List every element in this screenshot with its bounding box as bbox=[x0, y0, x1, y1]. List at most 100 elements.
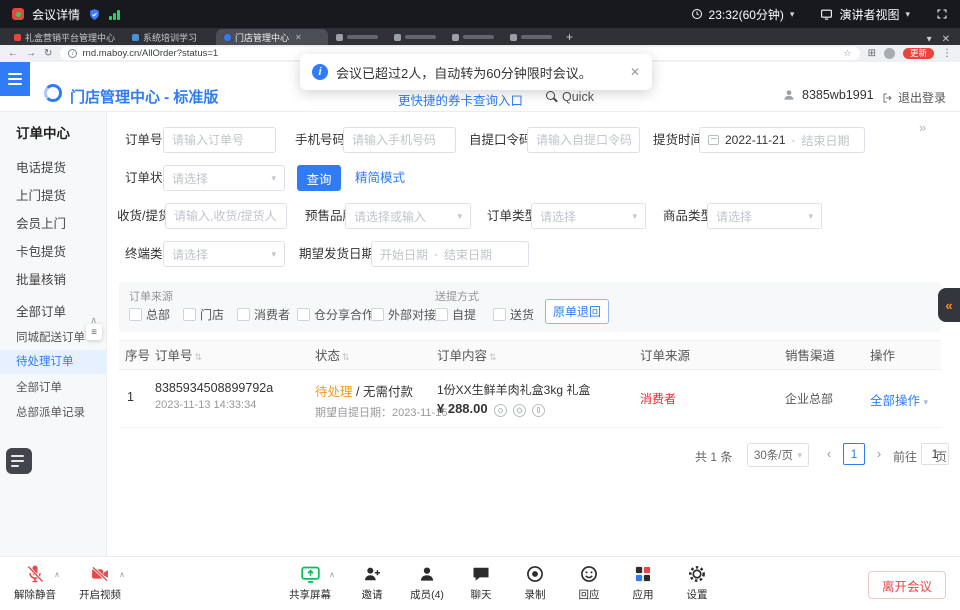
mic-options-caret[interactable]: ∧ bbox=[54, 570, 60, 579]
sidebar-item-member-visit[interactable]: 会员上门 bbox=[0, 212, 107, 236]
search-button[interactable]: 查询 bbox=[297, 165, 341, 191]
browser-menu-icon[interactable]: ⋮ bbox=[942, 49, 952, 59]
order-no-input[interactable] bbox=[163, 127, 276, 153]
meeting-topbar: 会议详情 23:32(60分钟) ▾ 演讲者视图 ▾ bbox=[0, 0, 960, 28]
goods-type-select[interactable]: 请选择 ▾ bbox=[707, 203, 822, 229]
meeting-timer[interactable]: 23:32(60分钟) bbox=[709, 6, 784, 23]
toast-close-icon[interactable]: ✕ bbox=[630, 65, 640, 79]
all-actions-dropdown[interactable]: 全部操作 ▾ bbox=[870, 390, 928, 409]
tab3-close-icon[interactable]: ✕ bbox=[295, 33, 302, 42]
th-content[interactable]: 订单内容⇅ bbox=[437, 341, 497, 371]
forward-button[interactable]: → bbox=[26, 49, 36, 59]
window-close-icon[interactable]: ✕ bbox=[942, 34, 950, 45]
apps-button[interactable]: 应用 bbox=[615, 563, 671, 602]
sidebar-item-pending-orders[interactable]: 待处理订单 bbox=[0, 350, 107, 374]
checkbox-delivery[interactable]: 送货 bbox=[493, 306, 534, 323]
th-status[interactable]: 状态⇅ bbox=[315, 341, 350, 371]
pickup-code-input[interactable] bbox=[527, 127, 640, 153]
leave-meeting-button[interactable]: 离开会议 bbox=[868, 571, 946, 599]
share-options-caret[interactable]: ∧ bbox=[329, 570, 335, 579]
view-mode-label[interactable]: 演讲者视图 bbox=[839, 6, 899, 23]
coupon-query-link[interactable]: 更快捷的券卡查询入口 bbox=[398, 90, 523, 109]
checkbox-hq[interactable]: 总部 bbox=[129, 306, 170, 323]
current-page[interactable]: 1 bbox=[843, 443, 865, 465]
sidebar-item-phone-pickup[interactable]: 电话提货 bbox=[0, 156, 107, 180]
members-button[interactable]: 成员(4) bbox=[399, 563, 455, 602]
timer-icon bbox=[691, 8, 703, 20]
range-separator: - bbox=[434, 247, 438, 261]
share-screen-button[interactable]: ∧ 共享屏幕 bbox=[282, 563, 338, 602]
profile-avatar[interactable] bbox=[884, 48, 895, 59]
original-order-return-button[interactable]: 原单退回 bbox=[545, 299, 609, 324]
browser-tab-7[interactable] bbox=[502, 29, 560, 45]
fullscreen-icon[interactable] bbox=[936, 8, 948, 20]
panel-expand-handle[interactable]: « bbox=[938, 288, 960, 322]
prev-page-button[interactable]: ‹ bbox=[819, 443, 839, 465]
select-caret-icon: ▾ bbox=[271, 249, 276, 260]
sidebar-section-all-orders[interactable]: 全部订单 ∧ bbox=[0, 300, 107, 324]
unmute-button[interactable]: ∧ 解除静音 bbox=[7, 563, 63, 602]
sidebar-item-all-orders[interactable]: 全部订单 bbox=[0, 376, 107, 400]
brand-select[interactable]: 请选择或输入 ▾ bbox=[345, 203, 471, 229]
pickup-time-range[interactable]: 2022-11-21 - 结束日期 bbox=[699, 127, 865, 153]
checkbox-store[interactable]: 门店 bbox=[183, 306, 224, 323]
browser-tab-5[interactable] bbox=[386, 29, 444, 45]
receiver-input[interactable] bbox=[165, 203, 287, 229]
reload-button[interactable]: ↻ bbox=[44, 49, 52, 59]
sidebar-item-batch-verify[interactable]: 批量核销 bbox=[0, 268, 107, 292]
expect-date-range[interactable]: 开始日期 - 结束日期 bbox=[371, 241, 529, 267]
order-type-select[interactable]: 请选择 ▾ bbox=[531, 203, 646, 229]
back-button[interactable]: ← bbox=[8, 49, 18, 59]
phone-input[interactable] bbox=[343, 127, 456, 153]
meeting-details-button[interactable]: 会议详情 bbox=[32, 6, 80, 23]
page-size-select[interactable]: 30条/页 ▾ bbox=[747, 443, 809, 467]
sidebar-item-card-pickup[interactable]: 卡包提货 bbox=[0, 240, 107, 264]
tabstrip-caret-icon[interactable]: ▾ bbox=[927, 34, 932, 45]
start-video-button[interactable]: ∧ 开启视频 bbox=[72, 563, 128, 602]
sidebar-item-visit-pickup[interactable]: 上门提货 bbox=[0, 184, 107, 208]
order-status-select[interactable]: 请选择 ▾ bbox=[163, 165, 285, 191]
next-page-button[interactable]: › bbox=[869, 443, 889, 465]
phone-icon[interactable] bbox=[532, 404, 545, 417]
logout-button[interactable]: 退出登录 bbox=[882, 89, 946, 106]
browser-update-button[interactable]: 更新 bbox=[903, 48, 934, 60]
browser-tab-1[interactable]: 礼盒营销平台管理中心 bbox=[6, 29, 124, 45]
simple-mode-link[interactable]: 精简模式 bbox=[355, 165, 405, 191]
tag-icon[interactable] bbox=[513, 404, 526, 417]
browser-tab-2[interactable]: 系统培训学习 bbox=[124, 29, 216, 45]
user-account[interactable]: 8385wb1991 bbox=[782, 88, 874, 102]
app-logo-icon bbox=[44, 84, 62, 102]
record-button[interactable]: 录制 bbox=[507, 563, 563, 602]
checkbox-consumer[interactable]: 消费者 bbox=[237, 306, 290, 323]
floating-list-widget[interactable] bbox=[6, 448, 32, 474]
terminal-type-select[interactable]: 请选择 ▾ bbox=[163, 241, 285, 267]
app-menu-button[interactable] bbox=[0, 62, 30, 96]
site-info-icon[interactable]: i bbox=[68, 49, 77, 58]
quick-search-link[interactable]: Quick bbox=[562, 90, 594, 104]
invite-button[interactable]: 邀请 bbox=[344, 563, 400, 602]
reactions-button[interactable]: 回应 bbox=[561, 563, 617, 602]
th-order-no[interactable]: 订单号⇅ bbox=[155, 341, 202, 371]
checkbox-external[interactable]: 外部对接 bbox=[371, 306, 436, 323]
settings-button[interactable]: 设置 bbox=[669, 563, 725, 602]
browser-tab-6[interactable] bbox=[444, 29, 502, 45]
browser-tab-4[interactable] bbox=[328, 29, 386, 45]
bookmark-star-icon[interactable]: ☆ bbox=[844, 48, 852, 59]
extensions-icon[interactable]: ⊞ bbox=[868, 49, 876, 59]
order-type-placeholder: 请选择 bbox=[540, 208, 576, 225]
mic-off-icon bbox=[25, 564, 45, 584]
cell-status: 待处理 / 无需付款 期望自提日期：2023-11-16 bbox=[315, 381, 447, 420]
checkbox-self-pickup[interactable]: 自提 bbox=[435, 306, 476, 323]
checkbox-warehouse-share[interactable]: 仓分享合作 bbox=[297, 306, 374, 323]
camera-options-caret[interactable]: ∧ bbox=[119, 570, 125, 579]
timer-caret-icon[interactable]: ▾ bbox=[790, 9, 795, 20]
new-tab-button[interactable]: + bbox=[566, 30, 573, 44]
chat-button[interactable]: 聊天 bbox=[453, 563, 509, 602]
sidebar-collapse-icon[interactable]: ≡ bbox=[86, 324, 102, 340]
view-mode-caret-icon[interactable]: ▾ bbox=[905, 9, 910, 20]
sidebar-item-hq-dispatch-records[interactable]: 总部派单记录 bbox=[0, 401, 107, 425]
brand-badge-icon[interactable] bbox=[494, 404, 507, 417]
filter-collapse-icon[interactable]: » bbox=[919, 120, 926, 135]
security-shield-icon[interactable] bbox=[88, 8, 101, 21]
browser-tab-3-active[interactable]: 门店管理中心 ✕ bbox=[216, 29, 328, 45]
